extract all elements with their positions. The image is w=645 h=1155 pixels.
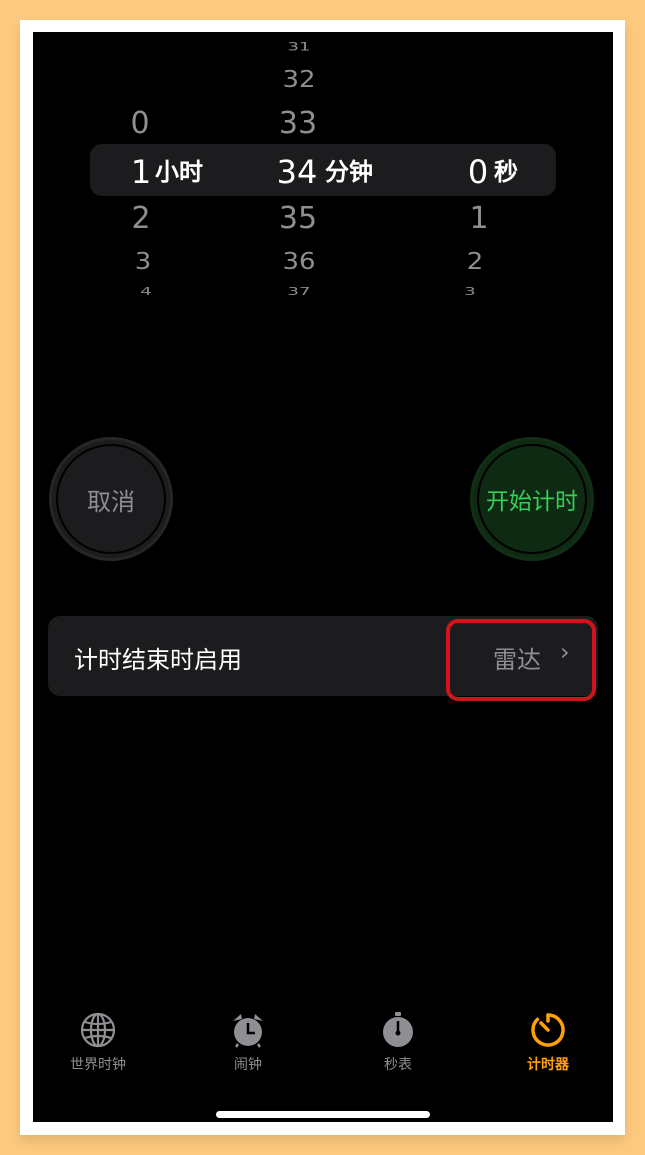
minutes-unit-label: 分钟 <box>325 158 373 186</box>
tab-label: 世界时钟 <box>70 1057 126 1073</box>
alarm-clock-icon <box>233 1014 263 1048</box>
seconds-option[interactable]: 3 <box>464 286 475 298</box>
minutes-option[interactable]: 33 <box>279 109 317 139</box>
seconds-selected-value[interactable]: 0 <box>468 156 488 188</box>
stopwatch-icon <box>383 1012 413 1047</box>
seconds-unit-label: 秒 <box>494 158 518 186</box>
globe-icon <box>80 1012 116 1048</box>
minutes-selected-value[interactable]: 34 <box>277 156 318 188</box>
hours-option[interactable]: 2 <box>131 204 150 234</box>
cancel-button-ring: 取消 <box>56 444 166 554</box>
hours-option[interactable]: 0 <box>130 109 149 139</box>
start-timer-button-ring: 开始计时 <box>477 444 587 554</box>
tab-label: 秒表 <box>384 1057 412 1073</box>
start-timer-button-label: 开始计时 <box>486 489 578 515</box>
tab-stopwatch[interactable]: 秒表 <box>338 1012 458 1074</box>
when-timer-ends-label: 计时结束时启用 <box>74 646 242 674</box>
hours-option[interactable]: 3 <box>135 251 152 274</box>
timer-screen: 0 1 小时 2 3 4 31 32 33 34 分钟 35 36 37 0 秒… <box>33 32 613 1122</box>
hours-selected-value[interactable]: 1 <box>131 156 151 188</box>
minutes-option[interactable]: 32 <box>282 69 315 92</box>
minutes-option[interactable]: 35 <box>279 204 317 234</box>
highlight-box <box>446 619 596 701</box>
home-indicator[interactable] <box>216 1111 430 1118</box>
hours-unit-label: 小时 <box>155 158 203 186</box>
seconds-option[interactable]: 1 <box>469 204 488 234</box>
minutes-option[interactable]: 31 <box>288 41 311 53</box>
timer-icon <box>531 1013 565 1047</box>
tab-label: 计时器 <box>527 1057 569 1073</box>
cancel-button-label: 取消 <box>87 487 135 516</box>
minutes-option[interactable]: 36 <box>282 251 315 274</box>
start-timer-button[interactable]: 开始计时 <box>470 437 594 561</box>
seconds-option[interactable]: 2 <box>467 251 484 274</box>
tab-alarm[interactable]: 闹钟 <box>188 1012 308 1074</box>
tab-label: 闹钟 <box>234 1057 262 1073</box>
minutes-option[interactable]: 37 <box>288 286 311 298</box>
hours-option[interactable]: 4 <box>140 286 151 298</box>
tab-timer[interactable]: 计时器 <box>488 1012 608 1074</box>
cancel-button[interactable]: 取消 <box>49 437 173 561</box>
tab-world-clock[interactable]: 世界时钟 <box>38 1012 158 1074</box>
